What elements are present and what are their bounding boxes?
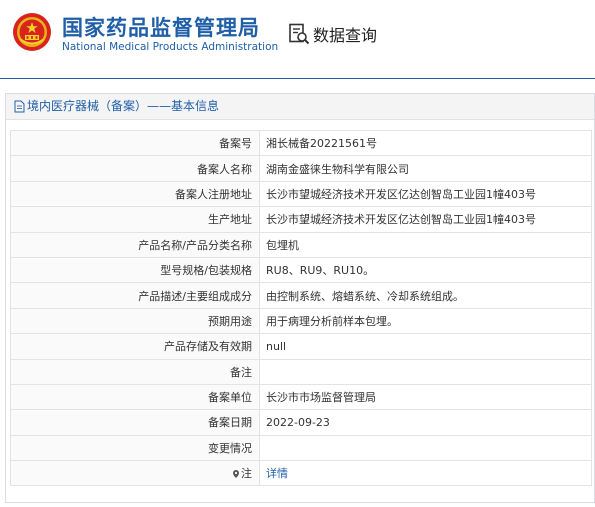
document-search-icon <box>289 23 310 45</box>
section-title: 境内医疗器械（备案）——基本信息 <box>27 99 220 113</box>
field-label: 备案单位 <box>10 383 260 411</box>
field-value-text: 长沙市望城经济技术开发区亿达创智岛工业园1幢403号 <box>266 187 536 201</box>
field-label-text: 备案人注册地址 <box>175 187 252 201</box>
field-label: 变更情况 <box>10 434 260 462</box>
document-icon <box>14 100 25 113</box>
field-value <box>259 358 592 385</box>
field-value-text: 湘长械备20221561号 <box>266 137 377 151</box>
field-label: 备案人注册地址 <box>10 180 260 208</box>
field-label-text: 注 <box>241 467 252 481</box>
data-query-label: 数据查询 <box>313 26 378 45</box>
field-value: 长沙市望城经济技术开发区亿达创智岛工业园1幢403号 <box>259 206 592 233</box>
field-label: 产品名称/产品分类名称 <box>10 231 260 258</box>
table-row: 备案人注册地址 长沙市望城经济技术开发区亿达创智岛工业园1幢403号 <box>10 180 592 208</box>
site-header: 国家药品监督管理局 National Medical Products Admi… <box>0 0 595 79</box>
table-row: 备案单位 长沙市市场监督管理局 <box>10 383 592 411</box>
table-row: 产品描述/主要组成成分 由控制系统、熔蜡系统、冷却系统组成。 <box>10 282 592 309</box>
field-value: 湘长械备20221561号 <box>259 129 592 157</box>
field-label-text: 型号规格/包装规格 <box>160 264 252 278</box>
field-label: 产品存储及有效期 <box>10 333 260 360</box>
pin-icon <box>233 470 239 479</box>
field-label-text: 备注 <box>230 365 252 379</box>
table-row: 备案日期 2022-09-23 <box>10 409 592 436</box>
field-label-text: 产品名称/产品分类名称 <box>138 238 252 252</box>
table-row: 备案号 湘长械备20221561号 <box>10 129 592 157</box>
table-row: 预期用途 用于病理分析前样本包埋。 <box>10 307 592 335</box>
national-emblem-icon <box>13 13 51 51</box>
field-value: RU8、RU9、RU10。 <box>259 256 592 284</box>
field-value: 详情 <box>259 460 592 487</box>
field-label-text: 备案人名称 <box>197 162 252 176</box>
field-label: 注 <box>10 460 260 487</box>
field-label: 生产地址 <box>10 206 260 233</box>
field-value: 长沙市望城经济技术开发区亿达创智岛工业园1幢403号 <box>259 180 592 208</box>
org-name-cn: 国家药品监督管理局 <box>62 16 260 40</box>
field-value-text: 2022-09-23 <box>266 415 330 429</box>
field-label-text: 备案日期 <box>208 416 252 430</box>
field-label: 备注 <box>10 358 260 385</box>
table-row: 生产地址 长沙市望城经济技术开发区亿达创智岛工业园1幢403号 <box>10 206 592 233</box>
details-link[interactable]: 详情 <box>266 467 288 480</box>
field-value: 包埋机 <box>259 231 592 258</box>
table-row: 型号规格/包装规格 RU8、RU9、RU10。 <box>10 256 592 284</box>
field-value: 长沙市市场监督管理局 <box>259 383 592 411</box>
table-row: 产品名称/产品分类名称 包埋机 <box>10 231 592 258</box>
field-value-text: 用于病理分析前样本包埋。 <box>266 314 398 328</box>
field-label-text: 变更情况 <box>208 441 252 455</box>
table-row: 产品存储及有效期 null <box>10 333 592 360</box>
detail-table: 备案号 湘长械备20221561号 备案人名称 湖南金盛徕生物科学有限公司 备案人注册地… <box>10 129 592 487</box>
field-value-text: 长沙市望城经济技术开发区亿达创智岛工业园1幢403号 <box>266 213 536 227</box>
field-value-text: 湖南金盛徕生物科学有限公司 <box>266 162 409 176</box>
field-label-text: 产品描述/主要组成成分 <box>138 289 252 303</box>
field-value-text: 包埋机 <box>266 238 299 252</box>
table-row: 变更情况 <box>10 434 592 462</box>
field-label: 产品描述/主要组成成分 <box>10 282 260 309</box>
table-row: 备注 <box>10 358 592 385</box>
field-label-text: 生产地址 <box>208 213 252 227</box>
field-label: 备案日期 <box>10 409 260 436</box>
org-name-en: National Medical Products Administration <box>62 41 279 53</box>
field-value: 用于病理分析前样本包埋。 <box>259 307 592 335</box>
table-row: 注 详情 <box>10 460 592 487</box>
field-label: 预期用途 <box>10 307 260 335</box>
field-label: 型号规格/包装规格 <box>10 256 260 284</box>
field-value-text: RU8、RU9、RU10。 <box>266 264 375 278</box>
field-value-text: 由控制系统、熔蜡系统、冷却系统组成。 <box>266 289 464 303</box>
field-label-text: 备案号 <box>219 137 252 151</box>
field-value-text: null <box>266 339 287 353</box>
field-label-text: 产品存储及有效期 <box>164 340 252 354</box>
field-value: 湖南金盛徕生物科学有限公司 <box>259 155 592 182</box>
field-label: 备案人名称 <box>10 155 260 182</box>
field-label: 备案号 <box>10 129 260 157</box>
field-label-text: 预期用途 <box>208 314 252 328</box>
field-value: null <box>259 333 592 360</box>
field-value <box>259 434 592 462</box>
data-query-link[interactable]: 数据查询 <box>288 22 377 46</box>
field-label-text: 备案单位 <box>208 391 252 405</box>
field-value: 由控制系统、熔蜡系统、冷却系统组成。 <box>259 282 592 309</box>
field-value-text: 长沙市市场监督管理局 <box>266 391 376 405</box>
field-value: 2022-09-23 <box>259 409 592 436</box>
panel-header: 境内医疗器械（备案）——基本信息 <box>6 94 594 120</box>
table-row: 备案人名称 湖南金盛徕生物科学有限公司 <box>10 155 592 182</box>
